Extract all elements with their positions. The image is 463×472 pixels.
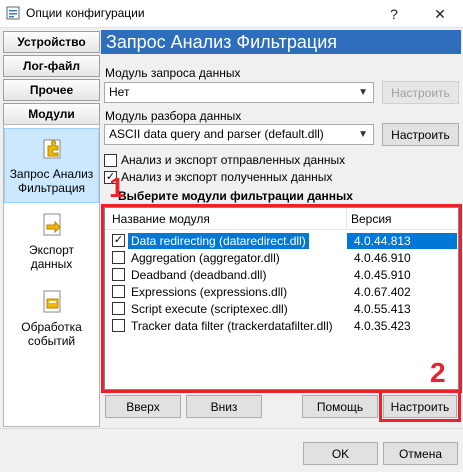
tab-modules[interactable]: Модули	[3, 103, 100, 125]
footer-divider	[0, 428, 463, 429]
query-module-label: Модуль запроса данных	[105, 66, 241, 80]
table-row[interactable]: Tracker data filter (trackerdatafilter.d…	[109, 318, 457, 334]
cancel-button[interactable]: Отмена	[383, 442, 458, 465]
module-name: Expressions (expressions.dll)	[131, 285, 288, 299]
nav-item-label: Обработка	[21, 320, 82, 334]
help-icon[interactable]: ?	[371, 0, 417, 28]
move-down-button[interactable]: Вниз	[186, 395, 262, 418]
table-row[interactable]: Expressions (expressions.dll) 4.0.67.402	[109, 284, 457, 300]
query-module-value: Нет	[109, 85, 130, 99]
window-title: Опции конфигурации	[26, 6, 145, 20]
column-header-version[interactable]: Версия	[351, 212, 392, 226]
module-name: Data redirecting (dataredirect.dll)	[128, 233, 309, 249]
module-version: 4.0.55.413	[354, 302, 411, 316]
module-version: 4.0.45.910	[354, 268, 411, 282]
module-name: Aggregation (aggregator.dll)	[131, 251, 280, 265]
analyze-received-option[interactable]: ✓ Анализ и экспорт полученных данных	[104, 170, 332, 184]
tab-other[interactable]: Прочее	[3, 79, 100, 101]
annotation-marker-1: 1	[109, 172, 125, 203]
analyze-received-label: Анализ и экспорт полученных данных	[121, 170, 333, 184]
annotation-marker-2: 2	[430, 357, 446, 388]
page-title: Запрос Анализ Фильтрация	[101, 30, 461, 54]
list-header: Название модуля Версия	[105, 208, 458, 230]
chevron-down-icon: ▼	[358, 87, 368, 98]
parse-configure-button[interactable]: Настроить	[382, 123, 459, 146]
chevron-down-icon: ▼	[358, 129, 368, 140]
analyze-sent-checkbox[interactable]	[104, 153, 117, 167]
analyze-sent-label: Анализ и экспорт отправленных данных	[121, 153, 346, 167]
module-version: 4.0.44.813	[347, 233, 457, 249]
module-name: Script execute (scriptexec.dll)	[131, 302, 288, 316]
row-checkbox[interactable]	[112, 268, 125, 281]
help-button[interactable]: Помощь	[302, 395, 378, 418]
modules-nav-panel: Запрос Анализ Фильтрация Экспорт данных …	[3, 124, 100, 427]
nav-item-label: событий	[27, 334, 76, 348]
filter-modules-list[interactable]: Название модуля Версия ✓ Data redirectin…	[104, 207, 459, 390]
analyze-sent-option[interactable]: Анализ и экспорт отправленных данных	[104, 153, 345, 167]
column-divider	[346, 208, 347, 230]
events-icon	[43, 290, 60, 313]
filter-heading: Выберите модули фильтрации данных	[118, 189, 353, 203]
table-row[interactable]: Aggregation (aggregator.dll) 4.0.46.910	[109, 250, 457, 266]
parse-module-value: ASCII data query and parser (default.dll…	[109, 127, 324, 141]
row-checkbox[interactable]	[112, 285, 125, 298]
nav-item-label: Запрос Анализ	[9, 167, 94, 181]
nav-item-label: Фильтрация	[17, 181, 86, 195]
nav-item-label: данных	[30, 257, 73, 271]
row-checkbox[interactable]	[112, 251, 125, 264]
app-icon	[6, 6, 20, 20]
nav-item-event-handling[interactable]: Обработка событий	[4, 288, 99, 350]
module-name: Tracker data filter (trackerdatafilter.d…	[131, 319, 333, 333]
column-header-name[interactable]: Название модуля	[112, 212, 210, 226]
query-configure-button[interactable]: Настроить	[382, 81, 459, 104]
table-row[interactable]: Deadband (deadband.dll) 4.0.45.910	[109, 267, 457, 283]
move-up-button[interactable]: Вверх	[105, 395, 181, 418]
filter-configure-button[interactable]: Настроить	[383, 395, 457, 418]
query-module-select[interactable]: Нет ▼	[104, 82, 374, 103]
export-icon	[43, 213, 61, 236]
nav-item-label: Экспорт	[28, 243, 75, 257]
module-version: 4.0.67.402	[354, 285, 411, 299]
nav-item-data-export[interactable]: Экспорт данных	[4, 211, 99, 273]
tab-device[interactable]: Устройство	[3, 31, 100, 53]
table-row[interactable]: ✓ Data redirecting (dataredirect.dll) 4.…	[109, 233, 457, 249]
table-row[interactable]: Script execute (scriptexec.dll) 4.0.55.4…	[109, 301, 457, 317]
parse-module-label: Модуль разбора данных	[105, 109, 242, 123]
ok-button[interactable]: OK	[303, 442, 378, 465]
parse-module-select[interactable]: ASCII data query and parser (default.dll…	[104, 124, 374, 145]
row-checkbox[interactable]	[112, 302, 125, 315]
close-icon[interactable]: ✕	[417, 0, 463, 28]
row-checkbox[interactable]: ✓	[112, 234, 125, 247]
module-version: 4.0.46.910	[354, 251, 411, 265]
nav-item-query-parse-filter[interactable]: Запрос Анализ Фильтрация	[4, 128, 99, 203]
module-name: Deadband (deadband.dll)	[131, 268, 267, 282]
puzzle-icon	[43, 139, 60, 159]
row-checkbox[interactable]	[112, 319, 125, 332]
module-version: 4.0.35.423	[354, 319, 411, 333]
tab-log-file[interactable]: Лог-файл	[3, 55, 100, 77]
